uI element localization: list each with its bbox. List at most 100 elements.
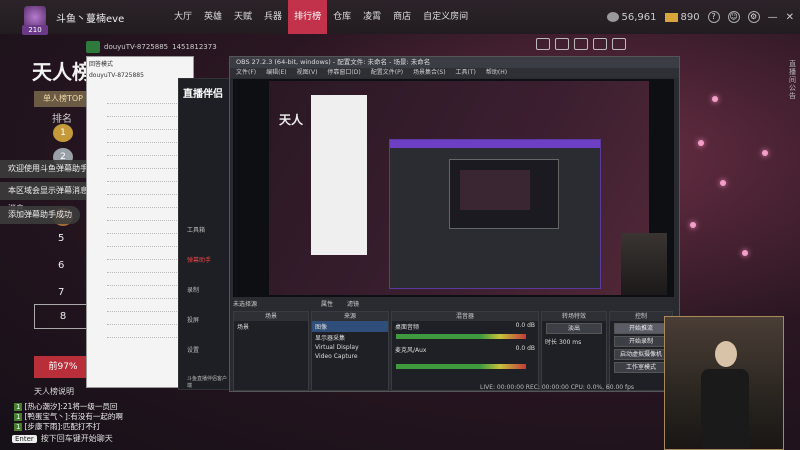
chat-message: 1 [步康下雨]:匹配打不打: [14, 421, 100, 432]
menu-help[interactable]: 帮助(H): [486, 68, 507, 78]
main-nav: 大厅 英雄 天赋 兵器 排行榜 仓库 凌霄 商店 自定义房间: [168, 0, 474, 34]
virtual-camera-button[interactable]: 启动虚拟摄像机: [614, 349, 668, 360]
menu-file[interactable]: 文件(F): [236, 68, 256, 78]
chat-text: [热心潮汐]:21将一级一员回: [24, 402, 118, 411]
streamer-id: 1451812373: [172, 43, 217, 51]
chat-text: [鸭蛋宝气丶]:有没有一起的啊: [24, 412, 123, 421]
gear-icon[interactable]: ⚙: [747, 11, 760, 23]
settings-item[interactable]: 设置: [187, 345, 199, 354]
desktop-audio-meter: [396, 334, 526, 339]
fullscreen-icon[interactable]: [612, 38, 626, 50]
record-item[interactable]: 录制: [187, 285, 199, 294]
mixer-channel-name: 麦克风/Aux 0.0 dB: [395, 345, 535, 354]
nav-warehouse[interactable]: 仓库: [327, 0, 357, 34]
symbol-row: [107, 134, 179, 143]
start-recording-button[interactable]: 开始录制: [614, 336, 668, 347]
fan-badge: 1: [14, 403, 23, 411]
flower-decor: [698, 140, 704, 146]
fan-badge: 1: [14, 413, 23, 421]
nav-weapons[interactable]: 兵器: [258, 0, 288, 34]
symbol-row: [107, 212, 179, 221]
symbol-row: [107, 277, 179, 286]
nav-custom-room[interactable]: 自定义房间: [417, 0, 474, 34]
transition-select[interactable]: 淡出: [546, 323, 602, 334]
nav-lobby[interactable]: 大厅: [168, 0, 198, 34]
nav-leaderboard[interactable]: 排行榜: [288, 0, 328, 34]
transitions-header: 转场特效: [542, 312, 606, 321]
close-icon[interactable]: ✕: [786, 12, 794, 23]
rank-number-7: 7: [58, 287, 65, 298]
nav-heroes[interactable]: 英雄: [198, 0, 228, 34]
obs-status-bar: LIVE: 00:00:00 REC: 00:00:00 CPU: 0.0%, …: [480, 384, 635, 391]
fan-badge: 1: [14, 423, 23, 431]
menu-docks[interactable]: 停靠窗口(D): [327, 68, 360, 78]
mixer-panel: 混音器 桌面音频 0.0 dB 麦克风/Aux 0.0 dB: [391, 311, 539, 391]
properties-button[interactable]: 属性: [321, 299, 333, 308]
rank-row-selected[interactable]: 8: [34, 304, 92, 329]
toolbox-item[interactable]: 工具箱: [187, 225, 205, 234]
nav-talent[interactable]: 天赋: [228, 0, 258, 34]
streamer-head: [715, 341, 737, 367]
flower-decor: [712, 96, 718, 102]
nested-webcam: [621, 233, 667, 295]
home-icon[interactable]: [555, 38, 569, 50]
nav-shop[interactable]: 商店: [387, 0, 417, 34]
help-icon[interactable]: ?: [707, 11, 720, 23]
webcam-overlay: [664, 316, 784, 450]
nested-title: 天人: [279, 113, 304, 127]
symbol-row: [107, 186, 179, 195]
menu-profile[interactable]: 配置文件(P): [371, 68, 403, 78]
home-icon[interactable]: [86, 41, 100, 53]
rank-number-6: 6: [58, 260, 65, 271]
tab-single-top[interactable]: 单人榜TOP: [34, 91, 92, 107]
source-item[interactable]: Virtual Display: [312, 343, 388, 352]
monitor-icon[interactable]: [593, 38, 607, 50]
chat-input-hint: 按下回车键开始聊天: [40, 434, 113, 443]
play-icon[interactable]: [536, 38, 550, 50]
nested-obs-bar: [390, 140, 600, 148]
page-title: 天人榜: [32, 60, 92, 84]
top-nav-bar: 210 斗鱼丶蔓楠eve 大厅 英雄 天赋 兵器 排行榜 仓库 凌霄 商店 自定…: [0, 0, 800, 35]
sources-header: 来源: [312, 312, 388, 321]
rank-column-header: 排名: [52, 114, 72, 125]
duration-input[interactable]: 300 ms: [559, 339, 581, 346]
avatar[interactable]: 210: [22, 6, 48, 35]
obs-menu-bar: 文件(F) 编辑(E) 视图(V) 停靠窗口(D) 配置文件(P) 场景集合(S…: [230, 68, 679, 78]
leaderboard-info-link[interactable]: 天人榜说明: [34, 386, 74, 397]
scenes-header: 场景: [234, 312, 308, 321]
level-badge: 210: [22, 25, 48, 35]
symbol-row: [107, 290, 179, 299]
sources-panel: 来源 图像 显示器采集 Virtual Display Video Captur…: [311, 311, 389, 391]
filters-button[interactable]: 滤镜: [347, 299, 359, 308]
obs-docks: 未选择源 属性 滤镜 场景 场景 来源 图像 显示器采集 Virtual Dis…: [233, 301, 674, 391]
my-rank-percent: 前97%: [34, 356, 92, 378]
symbol-row: [107, 225, 179, 234]
menu-view[interactable]: 视图(V): [297, 68, 318, 78]
menu-edit[interactable]: 编辑(E): [266, 68, 286, 78]
menu-scene-collection[interactable]: 场景集合(S): [413, 68, 446, 78]
nested-obs-deep: [449, 159, 559, 229]
symbol-row: [107, 238, 179, 247]
source-toolbar: 未选择源 属性 滤镜: [233, 299, 359, 308]
notice-added: 添加弹幕助手成功: [0, 206, 80, 224]
studio-mode-button[interactable]: 工作室模式: [614, 362, 668, 373]
face-icon[interactable]: ☺: [727, 11, 740, 23]
cast-item[interactable]: 投屏: [187, 315, 199, 324]
obs-preview[interactable]: 天人: [233, 79, 674, 297]
flower-decor: [720, 180, 726, 186]
nav-lingxiao[interactable]: 凌霄: [357, 0, 387, 34]
symbol-row: [107, 316, 179, 325]
menu-tools[interactable]: 工具(T): [456, 68, 476, 78]
symbol-row: [107, 173, 179, 182]
source-item[interactable]: 显示器采集: [312, 332, 388, 343]
source-item[interactable]: 图像: [312, 321, 388, 332]
app-logo: 直播伴侣: [183, 89, 223, 100]
source-item[interactable]: Video Capture: [312, 352, 388, 361]
chat-input[interactable]: Enter 按下回车键开始聊天: [12, 433, 113, 444]
start-streaming-button[interactable]: 开始推流: [614, 323, 668, 334]
gamepad-icon[interactable]: [574, 38, 588, 50]
scene-item[interactable]: 场景: [234, 321, 308, 332]
gold-balance: 890: [664, 12, 700, 23]
minimize-icon[interactable]: —: [768, 12, 778, 23]
danmaku-helper-item[interactable]: 弹幕助手: [187, 255, 211, 264]
